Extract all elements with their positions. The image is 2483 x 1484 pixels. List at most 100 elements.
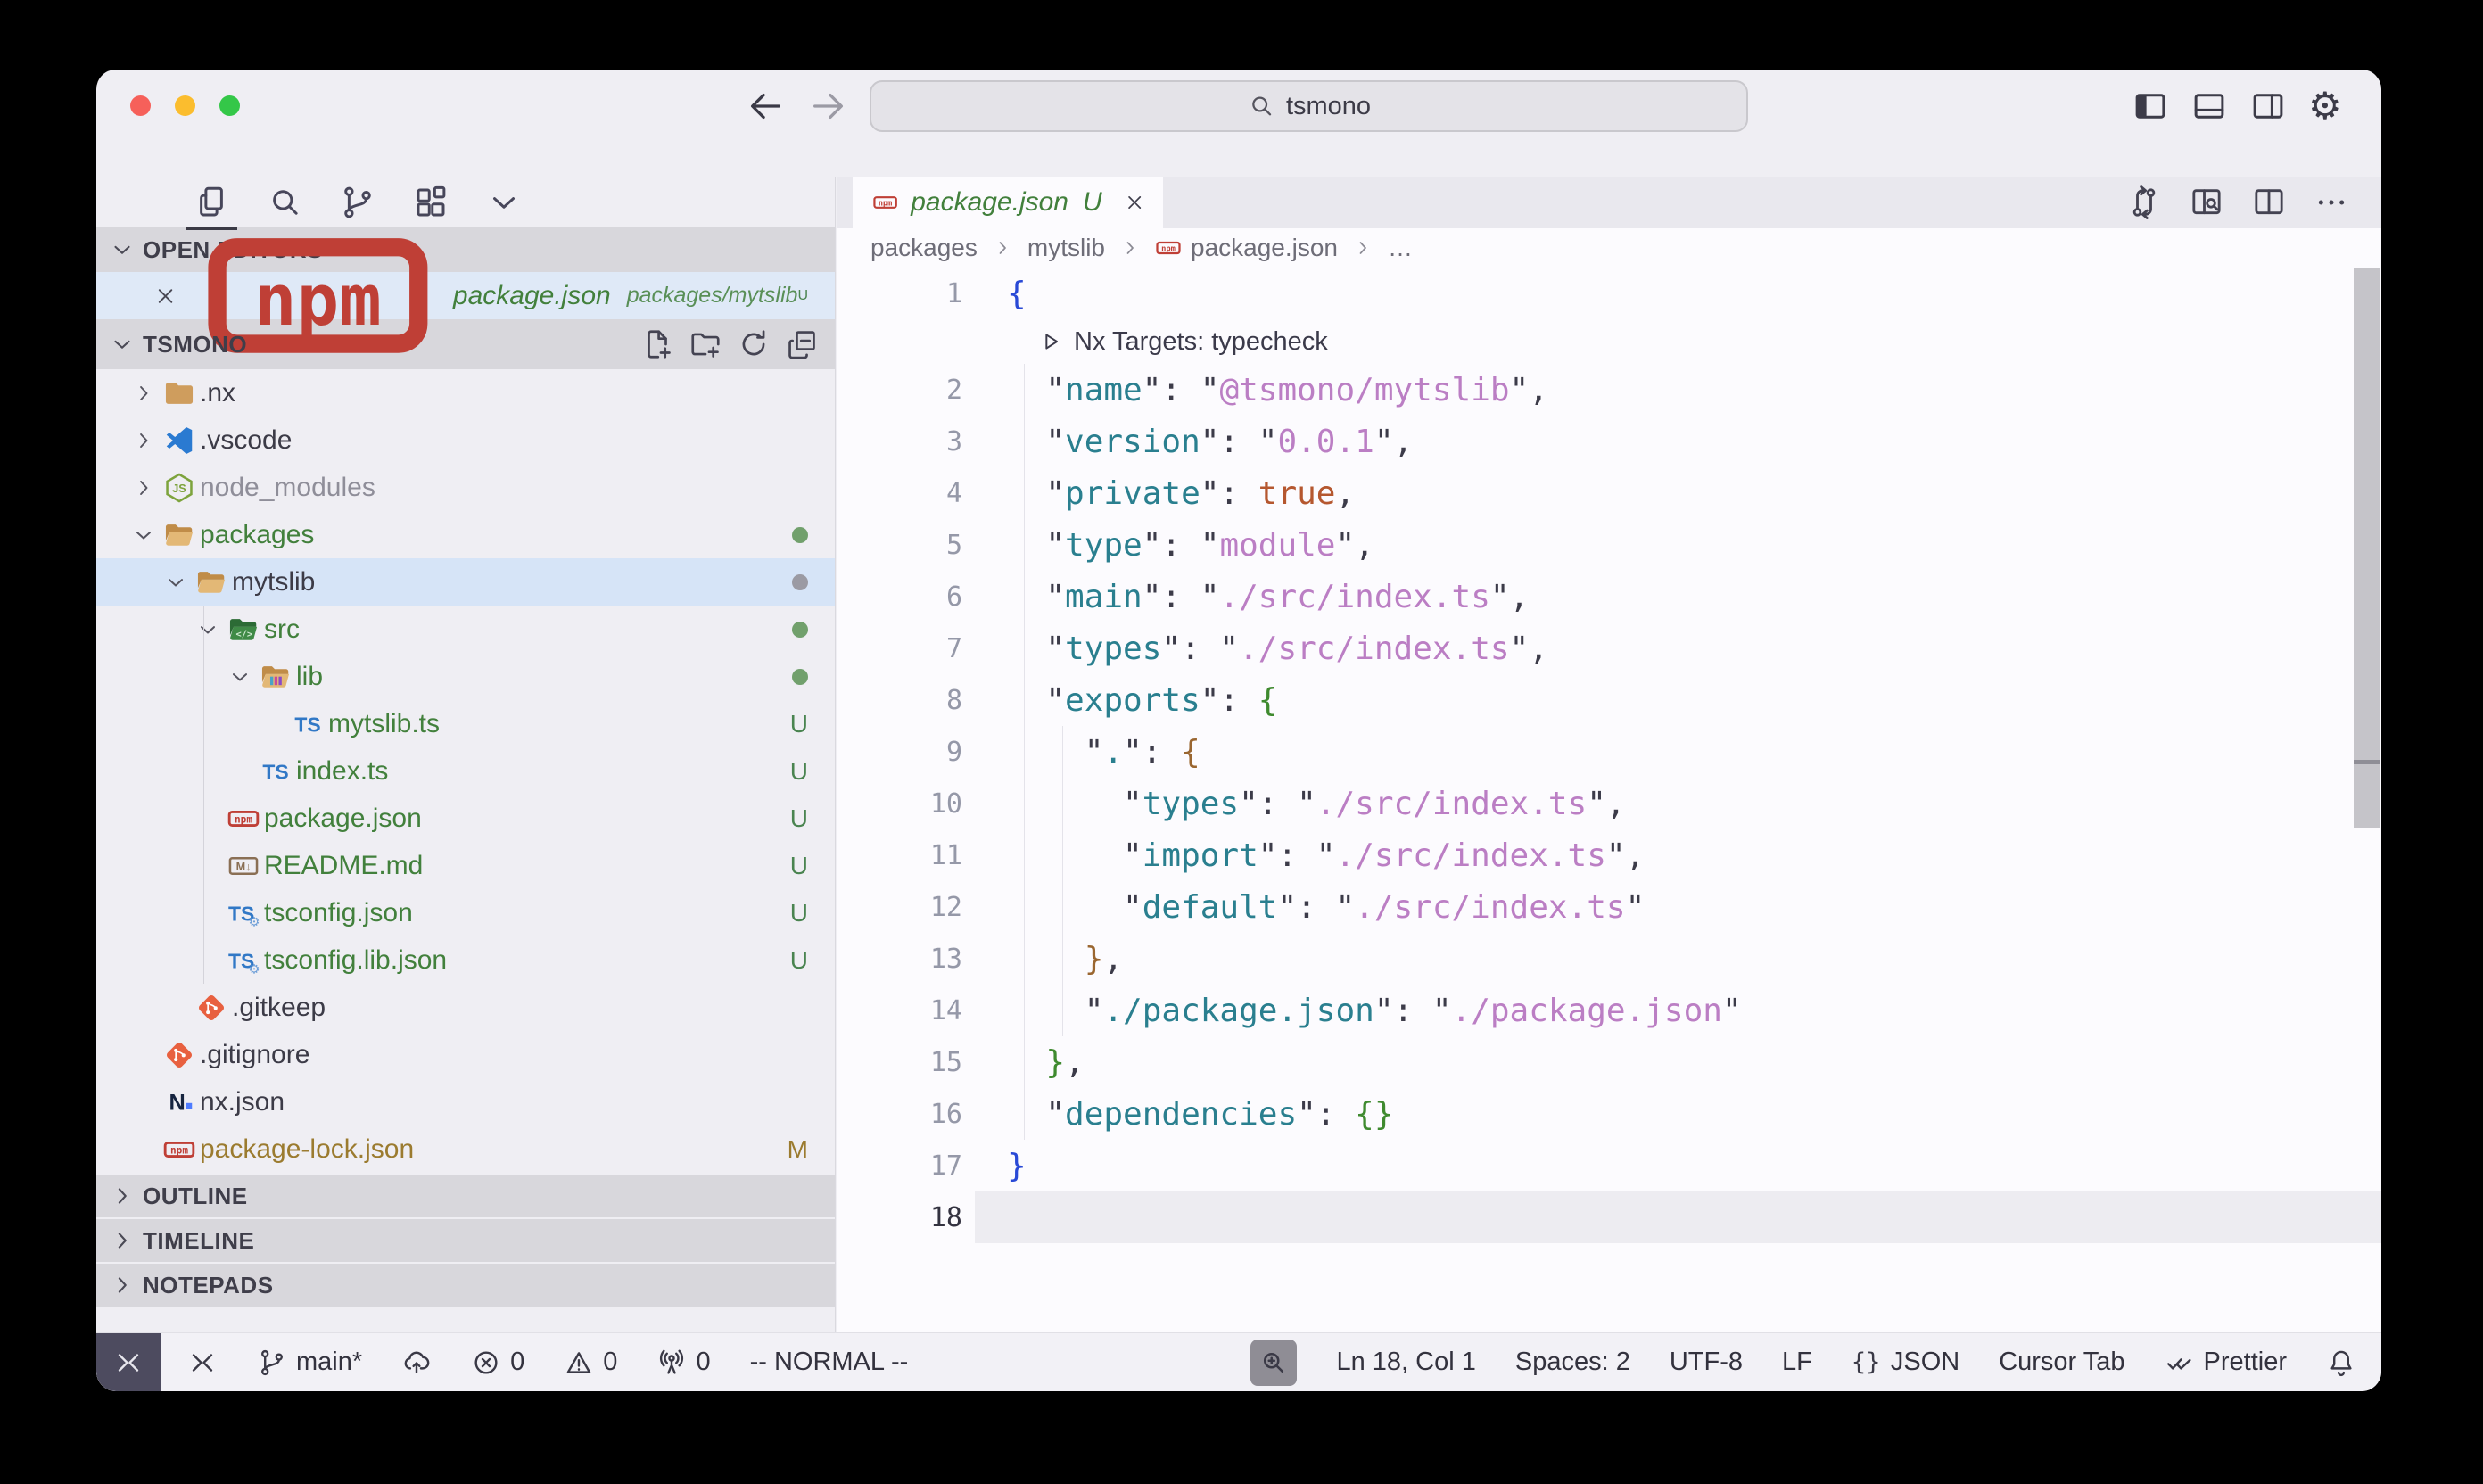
settings-gear-icon[interactable]: ⚙: [2308, 87, 2346, 125]
chevron-down-icon[interactable]: [193, 617, 223, 642]
minimize-window-button[interactable]: [175, 95, 195, 116]
zoom-window-button[interactable]: [219, 95, 240, 116]
open-editor-item[interactable]: npmpackage.jsonpackages/mytslibU: [96, 272, 835, 319]
tree-item-tsconfig-json[interactable]: TS⚙tsconfig.jsonU: [96, 889, 835, 936]
split-editor-icon[interactable]: [2251, 185, 2287, 220]
code-line-12[interactable]: 12 "default": "./src/index.ts": [837, 881, 2381, 933]
tree-item-node-modules[interactable]: JSnode_modules: [96, 464, 835, 511]
chevron-right-icon[interactable]: [128, 381, 159, 406]
tree-item-lib[interactable]: lib: [96, 653, 835, 700]
collapse-all-icon[interactable]: [785, 327, 819, 361]
statusbar-right-cursor-tab[interactable]: Cursor Tab: [1999, 1348, 2124, 1377]
tree-item--vscode[interactable]: .vscode: [96, 416, 835, 464]
codelens-nx-targets[interactable]: Nx Targets: typecheck: [837, 319, 2381, 364]
chevron-right-icon[interactable]: [128, 475, 159, 500]
editor-tab[interactable]: npmpackage.jsonU: [853, 177, 1163, 228]
statusbar-right-zoom-magnifier[interactable]: [1250, 1340, 1297, 1386]
breadcrumb-item[interactable]: npmpackage.json: [1155, 234, 1338, 262]
statusbar-right-bell[interactable]: [2326, 1348, 2356, 1378]
tree-item-index-ts[interactable]: TSindex.tsU: [96, 747, 835, 795]
tree-item--nx[interactable]: .nx: [96, 369, 835, 416]
more-ellipsis-icon[interactable]: [2314, 185, 2349, 220]
chevron-right-icon[interactable]: [128, 428, 159, 453]
breadcrumb-item[interactable]: …: [1388, 234, 1413, 262]
statusbar-right-lf[interactable]: LF: [1782, 1348, 1812, 1377]
layout-sidebar-left-icon[interactable]: [2132, 87, 2169, 125]
code-line-11[interactable]: 11 "import": "./src/index.ts",: [837, 829, 2381, 881]
statusbar-left-error-circle[interactable]: 0: [471, 1348, 524, 1378]
code-line-13[interactable]: 13 },: [837, 933, 2381, 985]
svg-text:TS: TS: [262, 760, 288, 783]
code-line-7[interactable]: 7 "types": "./src/index.ts",: [837, 622, 2381, 674]
panel-header-notepads[interactable]: NOTEPADS: [96, 1262, 835, 1307]
new-folder-icon[interactable]: [689, 327, 722, 361]
breadcrumb-item[interactable]: mytslib: [1027, 234, 1105, 262]
tree-item-mytslib-ts[interactable]: TSmytslib.tsU: [96, 700, 835, 747]
code-line-17[interactable]: 17}: [837, 1140, 2381, 1191]
code-editor[interactable]: 1{Nx Targets: typecheck2 "name": "@tsmon…: [837, 268, 2381, 1332]
remote-indicator-button[interactable]: [96, 1333, 161, 1391]
tree-item--gitkeep[interactable]: .gitkeep: [96, 984, 835, 1031]
forward-arrow-icon[interactable]: [808, 86, 849, 127]
statusbar-right-json-braces[interactable]: {}JSON: [1852, 1348, 1959, 1378]
layout-sidebar-right-icon[interactable]: [2249, 87, 2287, 125]
tree-item-tsconfig-lib-json[interactable]: TS⚙tsconfig.lib.jsonU: [96, 936, 835, 984]
zoom-magnifier-icon[interactable]: [1250, 1340, 1297, 1386]
code-line-9[interactable]: 9 ".": {: [837, 726, 2381, 778]
tree-item-src[interactable]: </>src: [96, 606, 835, 653]
scrollbar-thumb[interactable]: [2354, 268, 2380, 828]
tree-item-package-lock-json[interactable]: npmpackage-lock.jsonM: [96, 1125, 835, 1173]
chevron-down-icon[interactable]: [128, 523, 159, 548]
code-line-1[interactable]: 1{: [837, 268, 2381, 319]
code-line-5[interactable]: 5 "type": "module",: [837, 519, 2381, 571]
search-icon[interactable]: [266, 184, 303, 221]
tree-item-nx-json[interactable]: Nnx.json: [96, 1078, 835, 1125]
statusbar-left--normal-[interactable]: -- NORMAL --: [750, 1348, 909, 1377]
chevron-down-icon[interactable]: [485, 184, 523, 221]
statusbar-right-prettier-check[interactable]: Prettier: [2165, 1348, 2287, 1378]
code-line-6[interactable]: 6 "main": "./src/index.ts",: [837, 571, 2381, 622]
statusbar-left-broadcast-tower[interactable]: 0: [656, 1348, 710, 1378]
refresh-icon[interactable]: [737, 327, 771, 361]
code-line-14[interactable]: 14 "./package.json": "./package.json": [837, 985, 2381, 1036]
tree-item-package-json[interactable]: npmpackage.jsonU: [96, 795, 835, 842]
chevron-down-icon[interactable]: [225, 664, 255, 689]
extensions-icon[interactable]: [412, 184, 450, 221]
open-preview-icon[interactable]: [2189, 185, 2224, 220]
statusbar-left-remote-indicator[interactable]: [187, 1348, 218, 1378]
editor-scrollbar[interactable]: [2352, 268, 2381, 1332]
source-control-icon[interactable]: [339, 184, 376, 221]
close-icon[interactable]: [1124, 189, 1145, 216]
tree-item-packages[interactable]: packages: [96, 511, 835, 558]
statusbar-left-git-branch[interactable]: main*: [257, 1348, 362, 1378]
close-window-button[interactable]: [130, 95, 151, 116]
layout-panel-bottom-icon[interactable]: [2190, 87, 2228, 125]
chevron-down-icon[interactable]: [161, 570, 191, 595]
close-icon[interactable]: [153, 283, 177, 309]
code-line-4[interactable]: 4 "private": true,: [837, 467, 2381, 519]
panel-header-timeline[interactable]: TIMELINE: [96, 1217, 835, 1262]
statusbar-left-warning-triangle[interactable]: 0: [564, 1348, 617, 1378]
tree-item--gitignore[interactable]: .gitignore: [96, 1031, 835, 1078]
diff-compare-icon[interactable]: [2126, 185, 2162, 220]
command-search-input[interactable]: tsmono: [870, 80, 1748, 132]
code-line-8[interactable]: 8 "exports": {: [837, 674, 2381, 726]
code-line-3[interactable]: 3 "version": "0.0.1",: [837, 416, 2381, 467]
new-file-icon[interactable]: [640, 327, 674, 361]
tree-item-mytslib[interactable]: mytslib: [96, 558, 835, 606]
back-arrow-icon[interactable]: [745, 86, 786, 127]
explorer-files-icon[interactable]: [193, 184, 230, 221]
statusbar-right-utf-8[interactable]: UTF-8: [1670, 1348, 1743, 1377]
statusbar-right-ln-18-col-1[interactable]: Ln 18, Col 1: [1336, 1348, 1475, 1377]
code-line-15[interactable]: 15 },: [837, 1036, 2381, 1088]
code-line-10[interactable]: 10 "types": "./src/index.ts",: [837, 778, 2381, 829]
statusbar-left-cloud-upload[interactable]: [401, 1348, 432, 1378]
code-line-18[interactable]: 18: [837, 1191, 2381, 1243]
tree-item-readme-md[interactable]: M↓README.mdU: [96, 842, 835, 889]
panel-header-outline[interactable]: OUTLINE: [96, 1173, 835, 1217]
code-line-2[interactable]: 2 "name": "@tsmono/mytslib",: [837, 364, 2381, 416]
code-line-16[interactable]: 16 "dependencies": {}: [837, 1088, 2381, 1140]
breadcrumb-item[interactable]: packages: [870, 234, 978, 262]
statusbar-right-spaces-2[interactable]: Spaces: 2: [1515, 1348, 1630, 1377]
run-play-icon[interactable]: [1038, 329, 1063, 354]
